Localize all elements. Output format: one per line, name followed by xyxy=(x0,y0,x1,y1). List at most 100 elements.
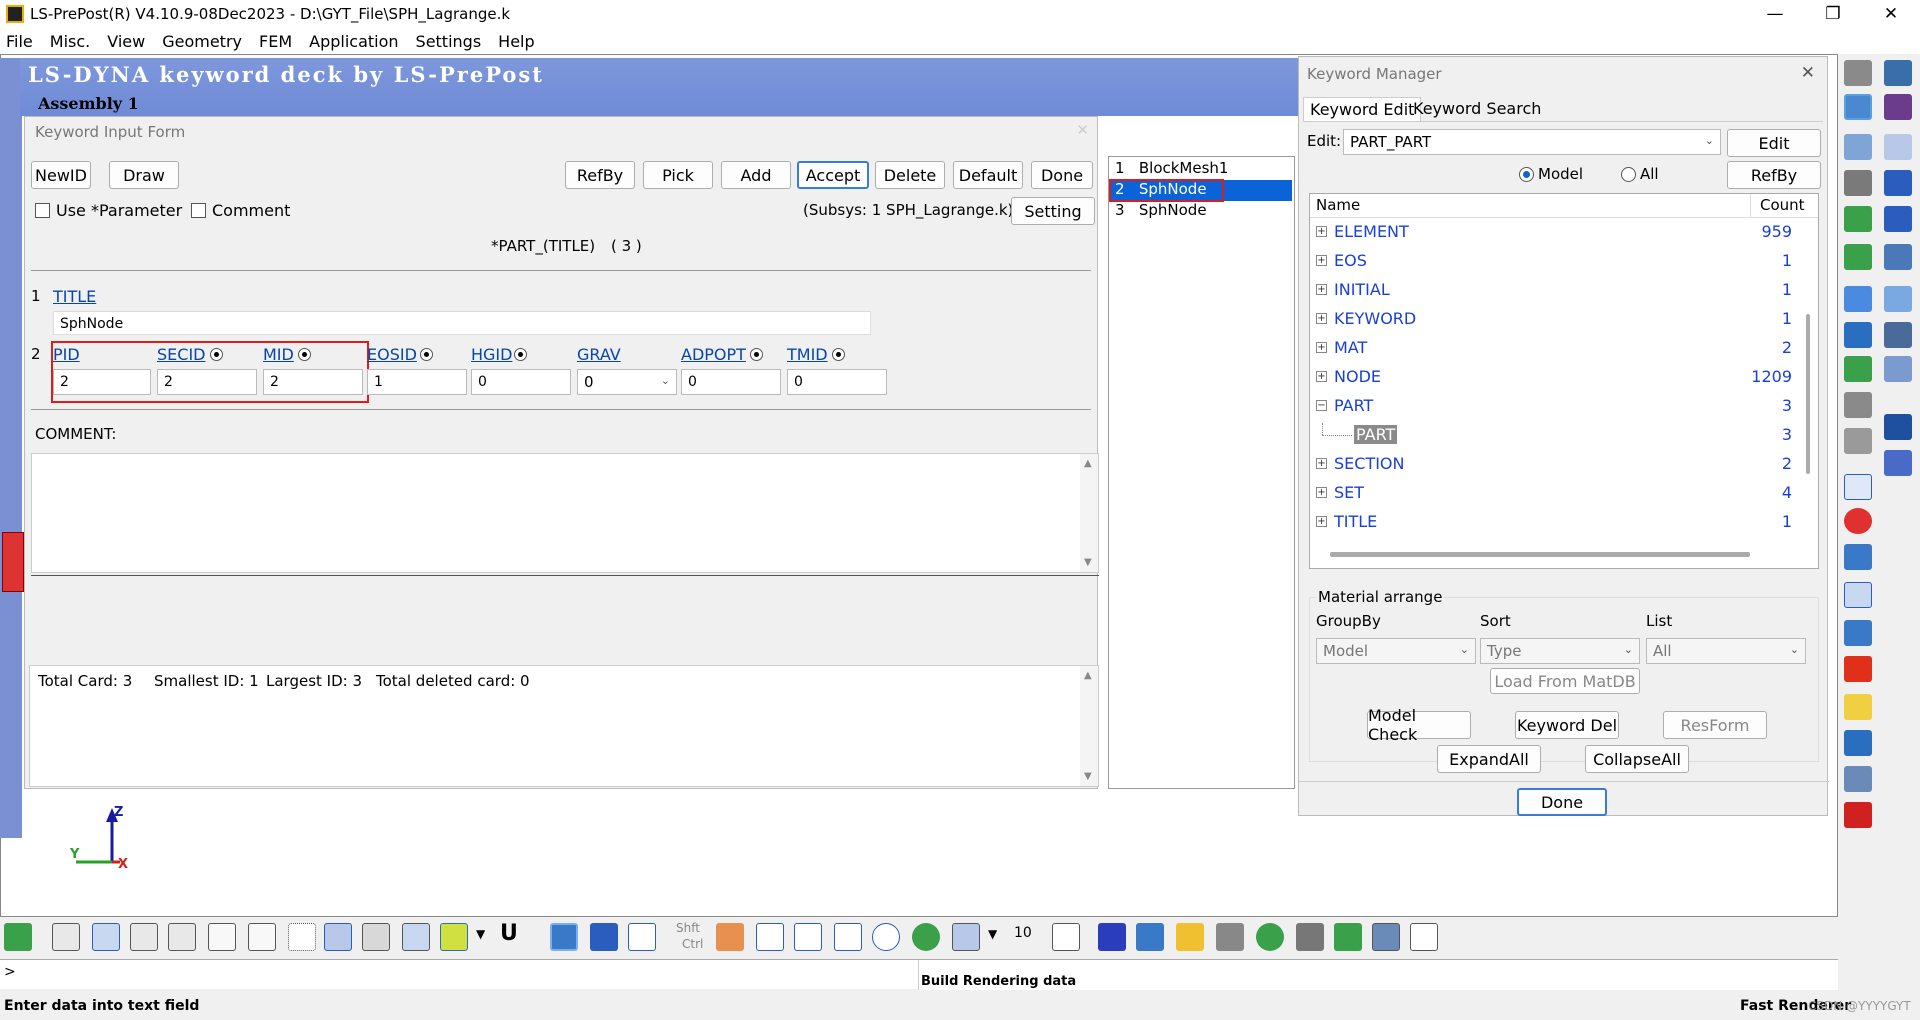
tree-row-keyword[interactable]: + KEYWORD 1 xyxy=(1310,307,1802,331)
done-button[interactable]: Done xyxy=(1031,161,1093,189)
chevron-down-icon[interactable]: ▼ xyxy=(988,927,997,941)
ms-icon[interactable] xyxy=(1884,414,1912,440)
play-icon[interactable] xyxy=(1256,923,1284,951)
adpopt-input[interactable]: 0 xyxy=(681,369,781,395)
keyword-del-button[interactable]: Keyword Del xyxy=(1515,711,1619,739)
group-icon[interactable] xyxy=(1844,134,1872,160)
list-icon[interactable] xyxy=(1844,286,1872,312)
speaker-icon[interactable] xyxy=(1844,428,1872,454)
tree-row-title[interactable]: + TITLE 1 xyxy=(1310,510,1802,534)
brush-icon[interactable] xyxy=(716,923,744,951)
close-icon[interactable]: ✕ xyxy=(1862,0,1920,28)
tree-icon[interactable] xyxy=(1844,730,1872,756)
tree-row-part-part[interactable]: PART 3 xyxy=(1310,423,1802,447)
green-gear-icon[interactable] xyxy=(1334,923,1362,951)
menu-help[interactable]: Help xyxy=(498,32,534,51)
default-button[interactable]: Default xyxy=(953,161,1023,189)
newid-button[interactable]: NewID xyxy=(31,161,91,189)
tree-row-part[interactable]: − PART 3 xyxy=(1310,394,1802,418)
expand-icon[interactable]: + xyxy=(1316,226,1327,237)
hierarchy-icon[interactable] xyxy=(1410,923,1438,951)
tree-row-eos[interactable]: + EOS 1 xyxy=(1310,249,1802,273)
add-button[interactable]: Add xyxy=(721,161,791,189)
solid-cube-icon[interactable] xyxy=(550,923,578,951)
lightbulb-icon[interactable] xyxy=(1844,694,1872,720)
menu-file[interactable]: File xyxy=(6,32,33,51)
list-item[interactable]: 3 SphNode xyxy=(1111,201,1292,222)
use-parameter-checkbox[interactable]: Use *Parameter xyxy=(35,201,182,220)
mesh-icon[interactable] xyxy=(1884,244,1912,270)
hgid-input[interactable]: 0 xyxy=(471,369,571,395)
tree-row-node[interactable]: + NODE 1209 xyxy=(1310,365,1802,389)
checker-icon[interactable] xyxy=(1216,923,1244,951)
km-close-icon[interactable]: ✕ xyxy=(1801,63,1815,83)
scroll-down-icon[interactable]: ▼ xyxy=(1084,557,1092,568)
tree-row-initial[interactable]: + INITIAL 1 xyxy=(1310,278,1802,302)
translucent-icon[interactable] xyxy=(402,923,430,951)
color-wheel-icon[interactable] xyxy=(1844,508,1872,534)
delete-button[interactable]: Delete xyxy=(875,161,945,189)
sort-select[interactable]: Type ⌄ xyxy=(1480,638,1640,664)
eosid-label[interactable]: EOSID xyxy=(367,345,417,364)
tmid-pick-icon[interactable] xyxy=(832,348,845,361)
kif-close-icon[interactable]: ✕ xyxy=(1076,121,1089,139)
mid-input[interactable]: 2 xyxy=(263,369,363,395)
explode-icon[interactable] xyxy=(1844,656,1872,682)
shaded-icon[interactable] xyxy=(92,923,120,951)
expand-icon[interactable]: + xyxy=(1316,516,1327,527)
expand-icon[interactable]: + xyxy=(1316,458,1327,469)
title-input[interactable]: SphNode xyxy=(53,311,871,335)
radio-all[interactable]: All xyxy=(1621,165,1659,183)
tree-row-element[interactable]: + ELEMENT 959 xyxy=(1310,220,1802,244)
hidden-icon[interactable] xyxy=(130,923,158,951)
secid-input[interactable]: 2 xyxy=(157,369,257,395)
eosid-pick-icon[interactable] xyxy=(420,348,433,361)
tab-keyword-search[interactable]: Keyword Search xyxy=(1407,97,1547,121)
title-field-label[interactable]: TITLE xyxy=(53,287,96,306)
layer-icon[interactable] xyxy=(1884,60,1912,86)
check-list-icon[interactable] xyxy=(1844,356,1872,382)
curve-icon[interactable] xyxy=(1884,94,1912,120)
mesh-view-icon[interactable] xyxy=(168,923,196,951)
dots-grid-icon[interactable] xyxy=(1844,766,1872,792)
part-gear-icon[interactable] xyxy=(1844,170,1872,196)
globe-icon[interactable] xyxy=(912,923,940,951)
home-icon[interactable] xyxy=(1136,923,1164,951)
outline-icon[interactable] xyxy=(248,923,276,951)
comment-textarea[interactable]: ▲ ▼ xyxy=(31,453,1099,573)
gears-icon[interactable] xyxy=(1844,392,1872,418)
plot-icon[interactable] xyxy=(4,923,32,951)
expand-icon[interactable]: + xyxy=(1316,255,1327,266)
solid-icon[interactable] xyxy=(1884,170,1912,196)
view-cube-icon[interactable] xyxy=(952,923,980,951)
h-scrollbar[interactable] xyxy=(1330,552,1750,557)
secid-pick-icon[interactable] xyxy=(210,348,223,361)
settings-gear-icon[interactable] xyxy=(1844,60,1872,86)
plane-icon[interactable] xyxy=(1884,134,1912,160)
menu-geometry[interactable]: Geometry xyxy=(162,32,242,51)
minimize-icon[interactable]: — xyxy=(1746,0,1804,28)
restore-icon[interactable]: ❐ xyxy=(1804,0,1862,28)
accept-button[interactable]: Accept xyxy=(797,161,869,189)
menu-misc[interactable]: Misc. xyxy=(50,32,90,51)
window-icon[interactable] xyxy=(1844,474,1872,500)
pid-label[interactable]: PID xyxy=(53,345,80,364)
collapse-icon[interactable]: − xyxy=(1316,400,1327,411)
tab-keyword-edit[interactable]: Keyword Edit xyxy=(1303,97,1422,121)
chevron-down-icon[interactable]: ▼ xyxy=(476,927,485,941)
eosid-input[interactable]: 1 xyxy=(367,369,467,395)
adpopt-label[interactable]: ADPOPT xyxy=(681,345,746,364)
expand-icon[interactable]: + xyxy=(1316,487,1327,498)
dense-mesh-icon[interactable] xyxy=(362,923,390,951)
km-refby-button[interactable]: RefBy xyxy=(1727,161,1821,189)
renum-icon[interactable] xyxy=(1844,244,1872,270)
block-icon[interactable] xyxy=(1884,206,1912,232)
menu-fem[interactable]: FEM xyxy=(259,32,292,51)
grav-label[interactable]: GRAV xyxy=(577,345,621,364)
transparent-cube-icon[interactable] xyxy=(628,923,656,951)
lightning-icon[interactable] xyxy=(1176,923,1204,951)
load-matdb-button[interactable]: Load From MatDB xyxy=(1490,668,1640,694)
split-view-icon[interactable] xyxy=(1844,620,1872,646)
adpopt-pick-icon[interactable] xyxy=(750,348,763,361)
add-point-icon[interactable] xyxy=(756,923,784,951)
